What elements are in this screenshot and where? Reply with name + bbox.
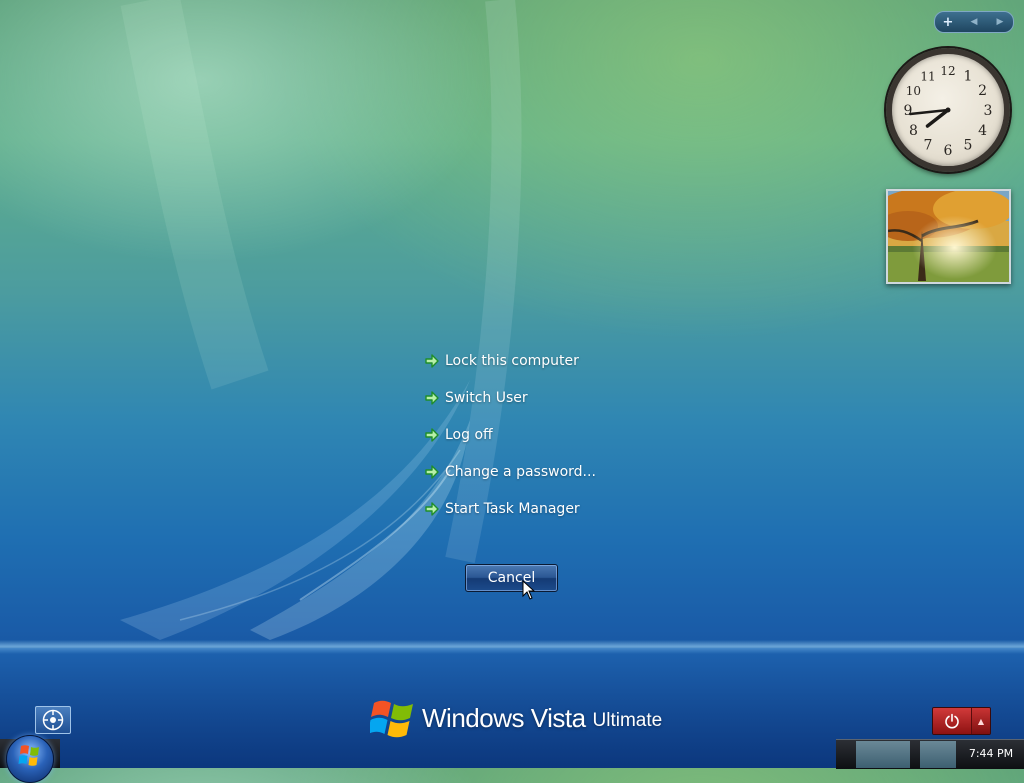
clock-numeral: 3 [984, 103, 993, 119]
windows-flag-icon [370, 700, 413, 738]
clock-numeral: 6 [944, 143, 953, 159]
taskbar-button[interactable] [920, 741, 956, 768]
shutdown-controls: ▲ [932, 707, 991, 735]
menu-item-change-password[interactable]: Change a password... [424, 453, 596, 490]
windows-vista-logo: Windows Vista Ultimate [370, 697, 662, 739]
cancel-button[interactable]: Cancel [465, 564, 558, 592]
product-name: Windows Vista [422, 702, 586, 733]
clock-numeral: 11 [920, 69, 935, 83]
clock-numeral: 1 [964, 68, 973, 84]
clock-numeral: 8 [909, 123, 918, 139]
shutdown-options-button[interactable]: ▲ [972, 708, 990, 734]
clock-numeral: 10 [906, 84, 921, 98]
menu-item-label: Change a password... [445, 463, 596, 480]
menu-item-switch-user[interactable]: Switch User [424, 379, 596, 416]
clock-center-pin [945, 107, 951, 113]
clock-numeral: 7 [924, 138, 933, 154]
menu-item-log-off[interactable]: Log off [424, 416, 596, 453]
taskbar-clock[interactable]: 7:44 PM [958, 739, 1024, 768]
clock-numeral: 12 [940, 64, 955, 78]
menu-item-label: Start Task Manager [445, 500, 580, 517]
sidebar-toolbar: + ◀ ▶ [934, 11, 1014, 33]
ease-of-access-icon [42, 709, 64, 731]
green-arrow-icon [425, 353, 439, 368]
green-arrow-icon [425, 464, 439, 479]
menu-item-task-manager[interactable]: Start Task Manager [424, 490, 596, 527]
clock-numeral: 4 [978, 123, 987, 139]
green-arrow-icon [425, 501, 439, 516]
shutdown-button[interactable] [933, 708, 972, 734]
clock-gadget[interactable]: 12 1 2 3 4 5 6 7 8 9 10 11 [886, 48, 1010, 172]
start-button[interactable] [6, 735, 54, 783]
autumn-tree-image [888, 191, 1009, 282]
edition-name: Ultimate [592, 709, 663, 731]
menu-item-label: Switch User [445, 389, 528, 406]
menu-item-lock-computer[interactable]: Lock this computer [424, 342, 596, 379]
windows-orb-icon [18, 745, 39, 766]
menu-item-label: Lock this computer [445, 352, 579, 369]
green-arrow-icon [425, 390, 439, 405]
clock-numeral: 5 [964, 138, 973, 154]
power-icon [945, 713, 959, 729]
menu-item-label: Log off [445, 426, 493, 443]
clock-numeral: 2 [978, 83, 987, 99]
slideshow-gadget[interactable] [886, 189, 1011, 284]
clock-numeral: 9 [904, 103, 913, 119]
up-arrow-icon: ▲ [977, 716, 985, 726]
mouse-pointer-icon [522, 580, 536, 600]
next-page-button[interactable]: ▶ [987, 12, 1013, 32]
taskbar-button[interactable] [856, 741, 910, 768]
ease-of-access-button[interactable] [35, 706, 71, 734]
green-arrow-icon [425, 427, 439, 442]
security-options-menu: Lock this computer Switch User Log off C… [424, 342, 596, 527]
add-gadget-button[interactable]: + [935, 12, 961, 32]
previous-page-button[interactable]: ◀ [961, 12, 987, 32]
